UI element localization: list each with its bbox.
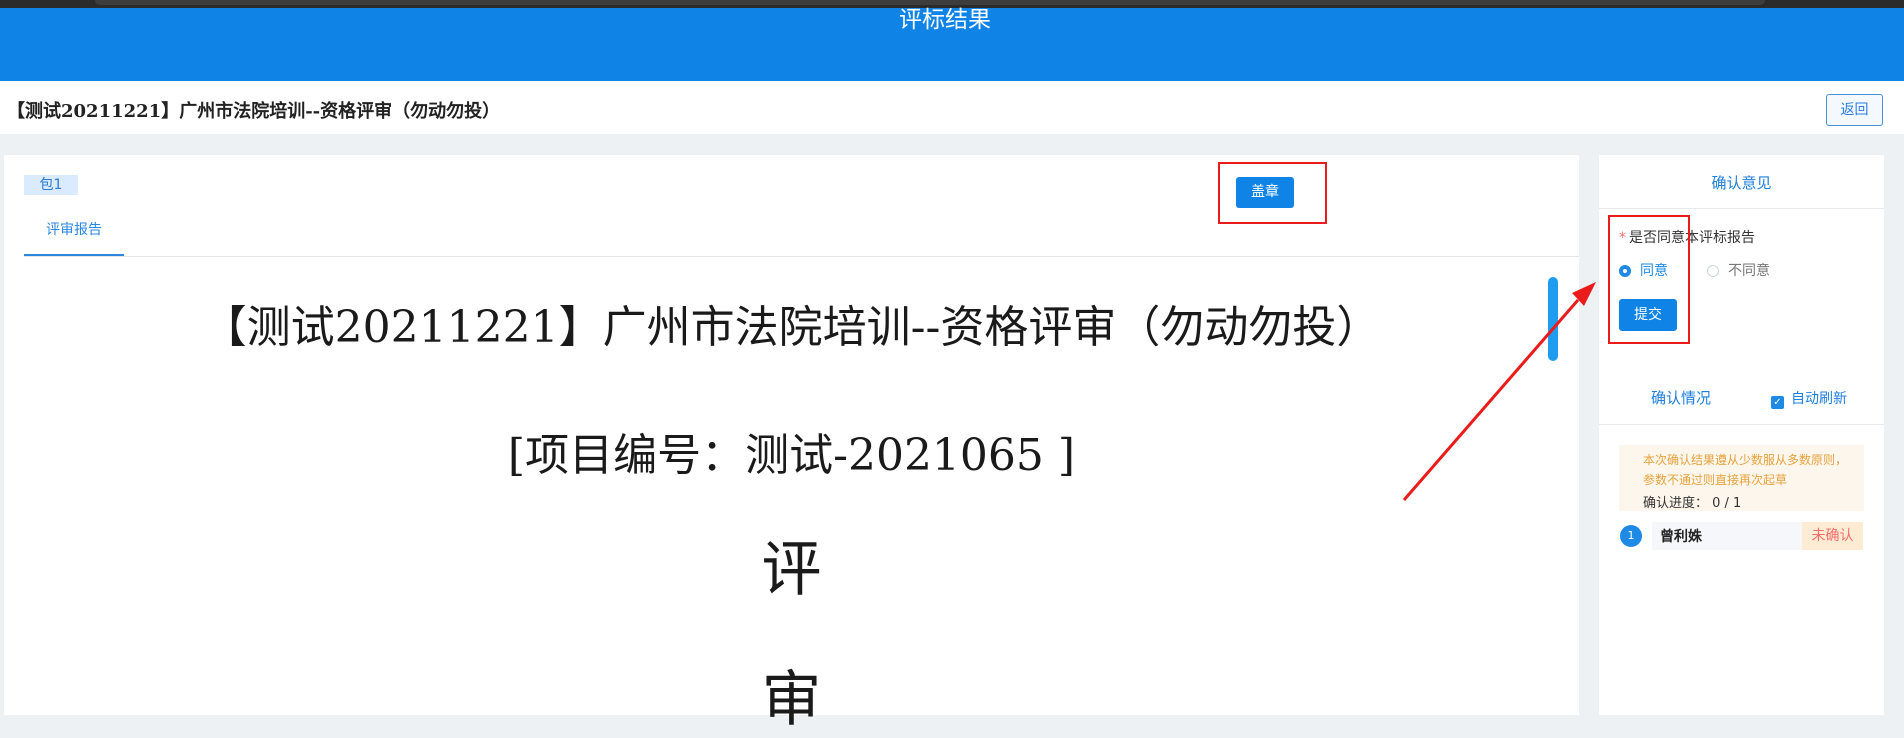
arrow-line [1402, 299, 1580, 501]
annotation-arrow [1402, 282, 1596, 501]
